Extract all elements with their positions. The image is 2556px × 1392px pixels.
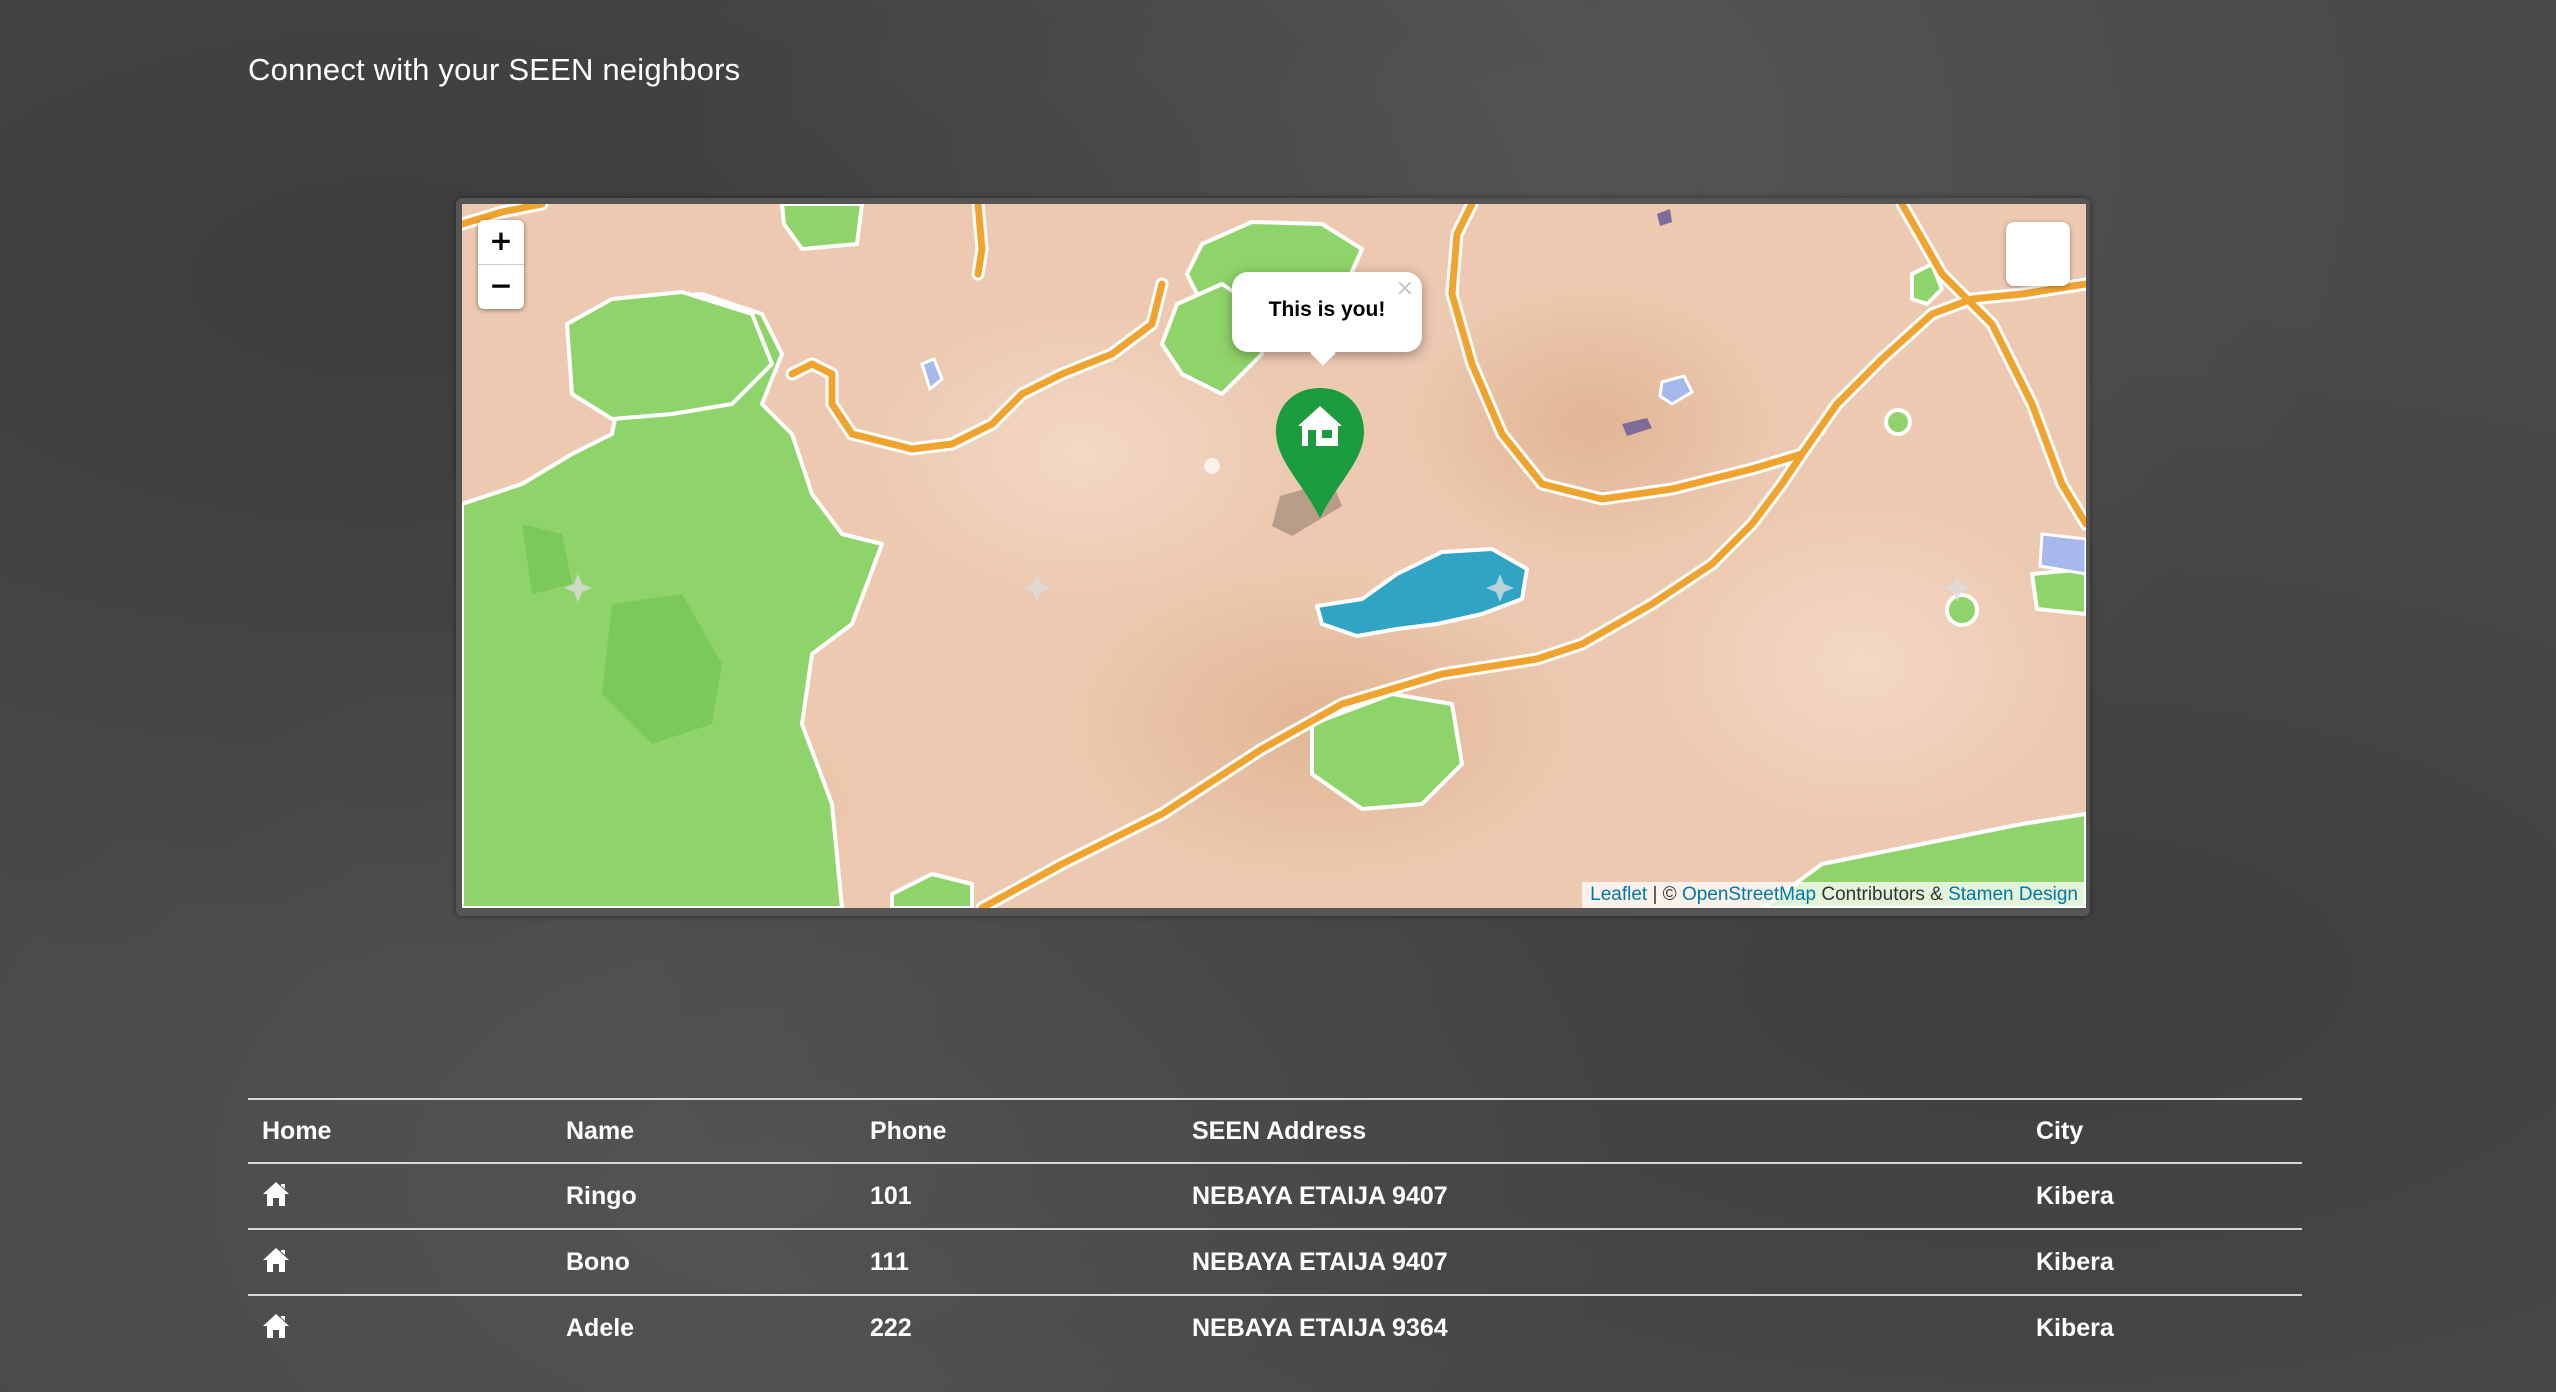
column-header-city: City: [2022, 1098, 2302, 1163]
page-title: Connect with your SEEN neighbors: [248, 52, 741, 87]
home-icon[interactable]: [262, 1246, 290, 1274]
layer-control-button[interactable]: [2006, 222, 2070, 286]
leaflet-link[interactable]: Leaflet: [1590, 884, 1647, 905]
phone-cell: 101: [856, 1162, 1178, 1229]
location-popup: This is you! ×: [1232, 272, 1422, 366]
home-cell: [248, 1228, 552, 1295]
city-cell: Kibera: [2022, 1162, 2302, 1229]
table-row: Adele 222 NEBAYA ETAIJA 9364 Kibera: [248, 1294, 2302, 1360]
name-cell: Adele: [552, 1294, 856, 1360]
name-cell: Ringo: [552, 1162, 856, 1229]
home-icon[interactable]: [262, 1180, 290, 1208]
phone-cell: 222: [856, 1294, 1178, 1360]
neighbors-table: Home Name Phone SEEN Address City Ringo …: [248, 1098, 2302, 1360]
map-container: + − This is you! × Leaflet | © OpenStree…: [456, 198, 2090, 916]
table-row: Bono 111 NEBAYA ETAIJA 9407 Kibera: [248, 1228, 2302, 1295]
stamen-design-link[interactable]: Stamen Design: [1948, 884, 2078, 905]
attribution-separator: | ©: [1647, 884, 1682, 905]
column-header-name: Name: [552, 1098, 856, 1163]
openstreetmap-link[interactable]: OpenStreetMap: [1682, 884, 1816, 905]
address-cell: NEBAYA ETAIJA 9364: [1178, 1294, 2022, 1360]
address-cell: NEBAYA ETAIJA 9407: [1178, 1162, 2022, 1229]
name-cell: Bono: [552, 1228, 856, 1295]
column-header-home: Home: [248, 1098, 552, 1163]
popup-close-button[interactable]: ×: [1396, 276, 1414, 301]
home-cell: [248, 1162, 552, 1229]
column-header-phone: Phone: [856, 1098, 1178, 1163]
phone-cell: 111: [856, 1228, 1178, 1295]
home-marker-icon[interactable]: [1272, 386, 1368, 536]
zoom-out-button[interactable]: −: [478, 264, 524, 309]
column-header-seen-address: SEEN Address: [1178, 1098, 2022, 1163]
attribution-contributors: Contributors &: [1816, 884, 1949, 905]
home-cell: [248, 1294, 552, 1360]
map-attribution: Leaflet | © OpenStreetMap Contributors &…: [1582, 882, 2086, 908]
city-cell: Kibera: [2022, 1294, 2302, 1360]
table-row: Ringo 101 NEBAYA ETAIJA 9407 Kibera: [248, 1162, 2302, 1229]
zoom-in-button[interactable]: +: [478, 220, 524, 264]
table-header-row: Home Name Phone SEEN Address City: [248, 1098, 2302, 1163]
zoom-control: + −: [478, 220, 524, 309]
popup-text: This is you!: [1268, 298, 1386, 321]
city-cell: Kibera: [2022, 1228, 2302, 1295]
home-icon[interactable]: [262, 1312, 290, 1340]
map-viewport[interactable]: + − This is you! × Leaflet | © OpenStree…: [462, 204, 2086, 908]
address-cell: NEBAYA ETAIJA 9407: [1178, 1228, 2022, 1295]
